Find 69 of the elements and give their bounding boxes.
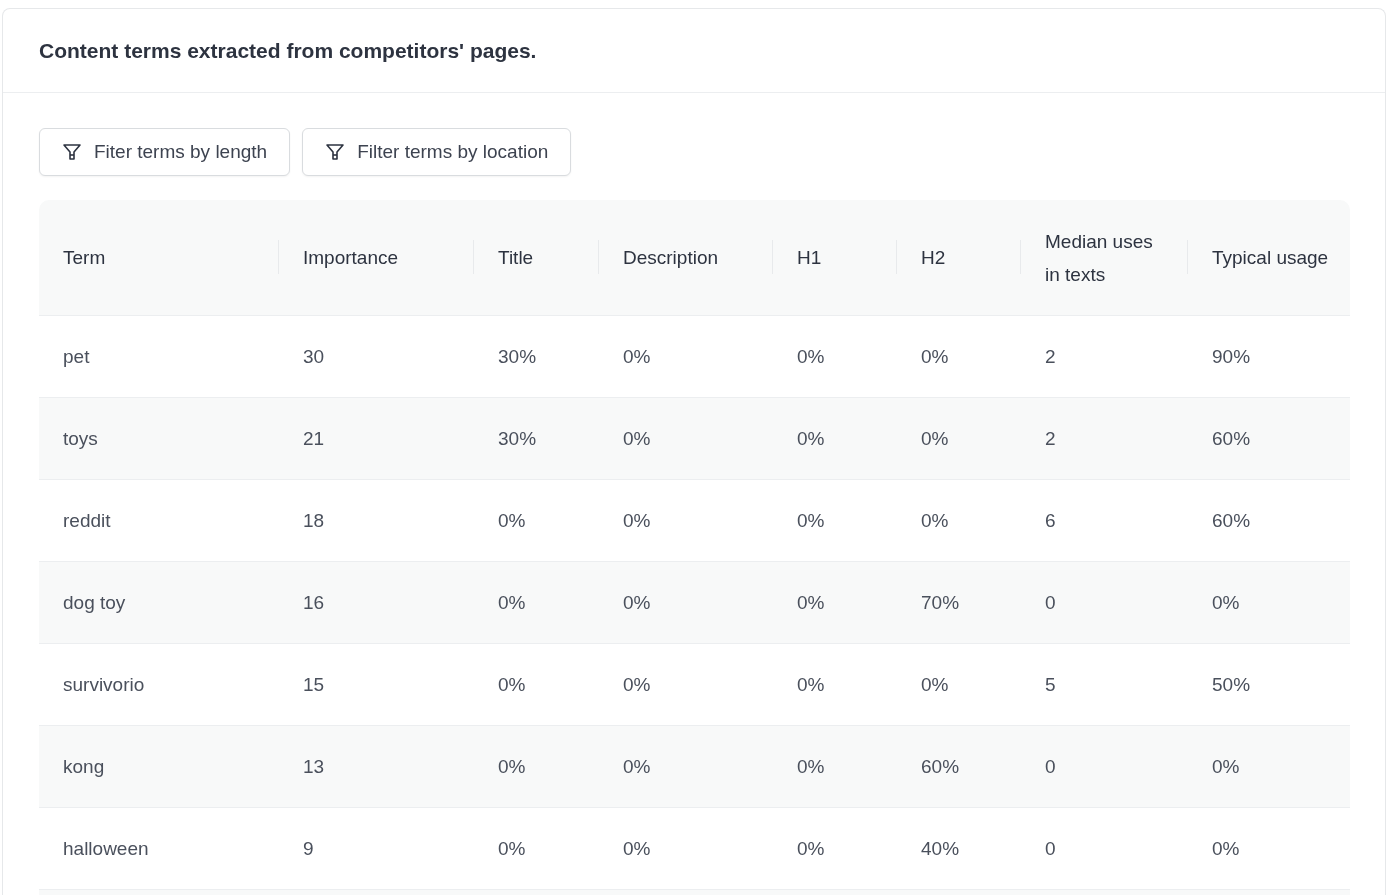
table-cell: kong xyxy=(39,725,279,808)
column-header: H1 xyxy=(773,200,897,316)
table-cell: 0% xyxy=(474,479,599,562)
column-header: Median uses in texts xyxy=(1021,200,1188,316)
column-header: H2 xyxy=(897,200,1021,316)
table-cell: 18 xyxy=(279,479,474,562)
table-cell: 50% xyxy=(1188,643,1350,726)
table-cell: 0 xyxy=(1021,807,1188,890)
table-cell: reddit xyxy=(39,479,279,562)
table-cell: 0 xyxy=(1021,561,1188,644)
table-cell: 0% xyxy=(599,725,773,808)
table-cell: 15 xyxy=(279,643,474,726)
column-header: Title xyxy=(474,200,599,316)
table-cell: survivorio xyxy=(39,643,279,726)
table-cell: 30% xyxy=(474,315,599,398)
table-cell: 0% xyxy=(474,807,599,890)
table-cell: 0% xyxy=(474,643,599,726)
table-cell: 0% xyxy=(897,315,1021,398)
table-cell: 0% xyxy=(773,397,897,480)
table-cell: 0% xyxy=(474,725,599,808)
table-cell: 21 xyxy=(279,397,474,480)
table-cell: 13 xyxy=(279,725,474,808)
table-cell: 0% xyxy=(773,561,897,644)
column-header: Term xyxy=(39,200,279,316)
filter-button[interactable]: Filter terms by location xyxy=(302,128,572,176)
table-cell: 5 xyxy=(1021,643,1188,726)
table-cell: 6 xyxy=(1021,479,1188,562)
filter-icon xyxy=(62,142,82,162)
table-cell: 0% xyxy=(773,315,897,398)
table-cell: 0% xyxy=(599,479,773,562)
table-cell: 0% xyxy=(599,397,773,480)
table-cell: 9 xyxy=(279,807,474,890)
table-cell: 0% xyxy=(773,479,897,562)
table-cell: 0% xyxy=(474,561,599,644)
table-cell: 0 xyxy=(1021,725,1188,808)
table-cell: 0% xyxy=(599,561,773,644)
column-header: Typical usage xyxy=(1188,200,1350,316)
card-title: Content terms extracted from competitors' pages. xyxy=(39,38,537,63)
table-cell: 16 xyxy=(279,561,474,644)
table-cell: dog toy xyxy=(39,561,279,644)
table-cell: 30 xyxy=(279,315,474,398)
table-cell: 30% xyxy=(474,397,599,480)
table-cell: 0% xyxy=(1188,561,1350,644)
table-cell: 0% xyxy=(897,397,1021,480)
table-cell: 0% xyxy=(1188,807,1350,890)
table-cell: 40% xyxy=(897,807,1021,890)
table-cell: toys xyxy=(39,397,279,480)
table-cell: 0% xyxy=(1188,725,1350,808)
table-cell: 70% xyxy=(897,561,1021,644)
table-cell: pet xyxy=(39,315,279,398)
table-cell: 0% xyxy=(773,725,897,808)
table-cell: 60% xyxy=(897,725,1021,808)
table-cell: 0% xyxy=(773,643,897,726)
filter-button[interactable]: Fiter terms by length xyxy=(39,128,291,176)
table-cell: 0% xyxy=(897,479,1021,562)
table-cell: 0% xyxy=(599,315,773,398)
column-header: Importance xyxy=(279,200,474,316)
table-cell: 0% xyxy=(599,807,773,890)
table-cell: 0% xyxy=(897,643,1021,726)
table-cell: 0% xyxy=(599,643,773,726)
table-cell: halloween xyxy=(39,807,279,890)
table-cell: 60% xyxy=(1188,397,1350,480)
table-cell: 2 xyxy=(1021,315,1188,398)
table-cell: 60% xyxy=(1188,479,1350,562)
filter-icon xyxy=(325,142,346,162)
table-cell: 90% xyxy=(1188,315,1350,398)
table-cell: 0% xyxy=(773,807,897,890)
table-cell: 2 xyxy=(1021,397,1188,480)
column-header: Description xyxy=(599,200,773,316)
